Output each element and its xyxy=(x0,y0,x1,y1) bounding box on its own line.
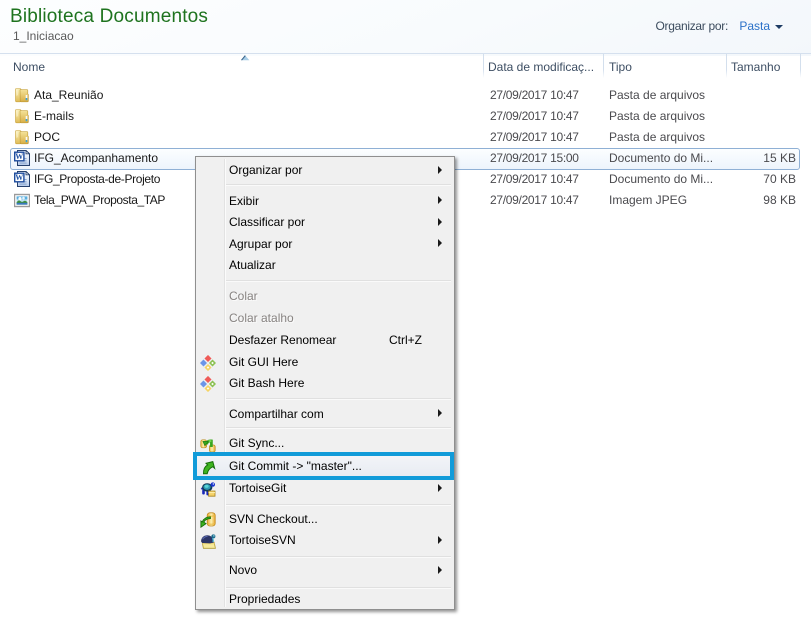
svg-text:W: W xyxy=(15,173,23,182)
svg-text:W: W xyxy=(15,152,23,161)
